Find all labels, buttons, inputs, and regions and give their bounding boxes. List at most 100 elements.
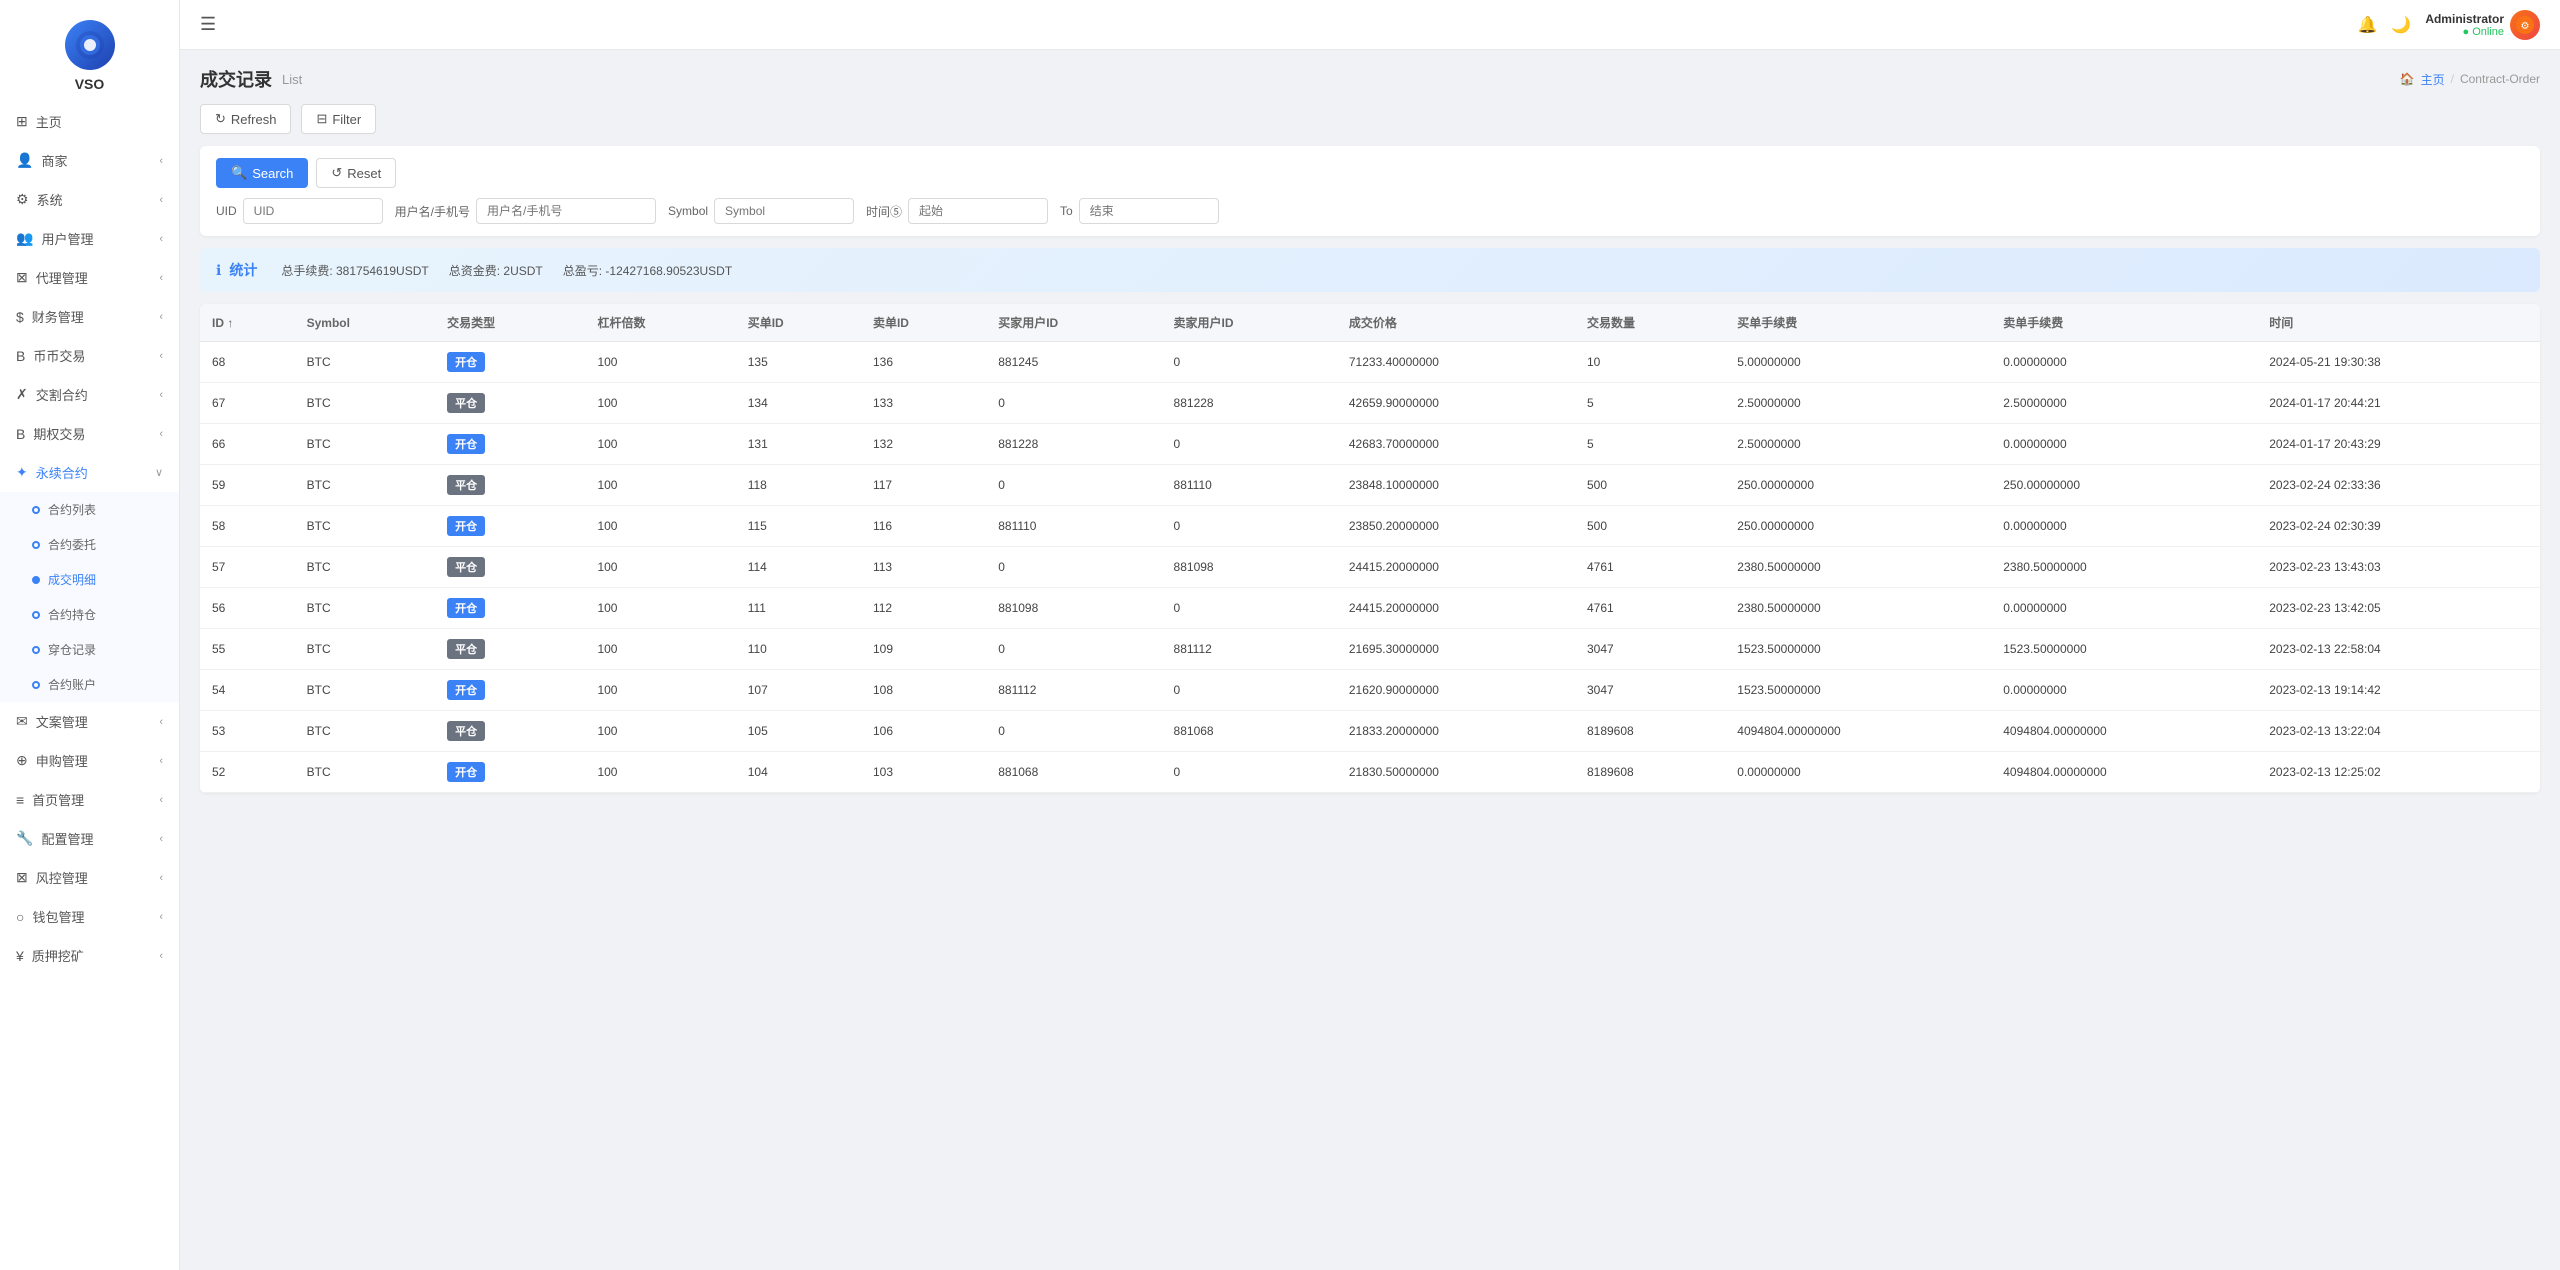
user-avatar[interactable]: ⚙: [2510, 10, 2540, 40]
sidebar-item-coin-trade-label: 币币交易: [33, 346, 85, 365]
symbol-input[interactable]: [714, 198, 854, 224]
breadcrumb-current: Contract-Order: [2460, 72, 2540, 86]
refresh-icon: ↻: [215, 111, 226, 127]
cell-id: 57: [200, 547, 295, 588]
col-quantity: 交易数量: [1575, 304, 1725, 342]
cell-quantity: 4761: [1575, 547, 1725, 588]
sidebar-item-trade-record[interactable]: 成交明细: [0, 562, 179, 597]
sidebar-item-wallet-mgmt[interactable]: ○ 钱包管理 ‹: [0, 897, 179, 936]
cell-symbol: BTC: [295, 424, 436, 465]
sidebar-item-purchase-mgmt[interactable]: ⊕ 申购管理 ‹: [0, 741, 179, 780]
sidebar-item-contract-entrust[interactable]: 合约委托: [0, 527, 179, 562]
time-from-input[interactable]: [908, 198, 1048, 224]
cell-quantity: 4761: [1575, 588, 1725, 629]
cell-id: 52: [200, 752, 295, 793]
sidebar-item-perpetual-record[interactable]: 穿仓记录: [0, 632, 179, 667]
cell-buyer-uid: 881098: [986, 588, 1161, 629]
cell-type: 平仓: [435, 711, 585, 752]
cell-sell-fee: 0.00000000: [1991, 424, 2257, 465]
sidebar-item-finance-mgmt[interactable]: $ 财务管理 ‹: [0, 297, 179, 336]
sidebar-item-contract-trade[interactable]: ✗ 交割合约 ‹: [0, 375, 179, 414]
cell-quantity: 500: [1575, 506, 1725, 547]
cell-seller-uid: 881098: [1162, 547, 1337, 588]
cell-sell-id: 112: [861, 588, 986, 629]
filter-button[interactable]: ⊟ Filter: [301, 104, 376, 134]
sidebar-item-user-mgmt[interactable]: 👥 用户管理 ‹: [0, 219, 179, 258]
sidebar-item-coin-trade[interactable]: B 币币交易 ‹: [0, 336, 179, 375]
cell-sell-id: 106: [861, 711, 986, 752]
type-badge: 开仓: [447, 762, 485, 782]
dot-trade-record: [32, 576, 40, 584]
uid-input[interactable]: [243, 198, 383, 224]
chevron-icon-mining: ‹: [159, 950, 163, 962]
sidebar-item-wallet-mgmt-label: 钱包管理: [32, 907, 84, 926]
sidebar-item-contract-account[interactable]: 合约账户: [0, 667, 179, 702]
sidebar-item-perpetual[interactable]: ✦ 永续合约 ∨: [0, 453, 179, 492]
cell-buy-id: 115: [736, 506, 861, 547]
sidebar-item-agent-mgmt[interactable]: ⊠ 代理管理 ‹: [0, 258, 179, 297]
stats-bar: ℹ 统计 总手续费: 381754619USDT 总资金费: 2USDT 总盈亏…: [200, 248, 2540, 292]
notification-icon[interactable]: 🔔: [2357, 15, 2377, 35]
sidebar-item-contract-list[interactable]: 合约列表: [0, 492, 179, 527]
sidebar-item-config-mgmt[interactable]: 🔧 配置管理 ‹: [0, 819, 179, 858]
page-header: 成交记录 List 🏠 主页 / Contract-Order: [200, 66, 2540, 92]
cell-quantity: 5: [1575, 383, 1725, 424]
cell-buy-fee: 250.00000000: [1725, 506, 1991, 547]
time-to-label: To: [1060, 204, 1073, 218]
cell-seller-uid: 881110: [1162, 465, 1337, 506]
sidebar-item-homepage-mgmt[interactable]: ≡ 首页管理 ‹: [0, 780, 179, 819]
cell-type: 平仓: [435, 465, 585, 506]
sidebar-item-system[interactable]: ⚙ 系统 ‹: [0, 180, 179, 219]
topbar-right: 🔔 🌙 Administrator ● Online ⚙: [2357, 10, 2540, 40]
cell-leverage: 100: [585, 465, 735, 506]
hamburger-button[interactable]: ☰: [200, 14, 216, 35]
sidebar-item-futures-trade[interactable]: B 期权交易 ‹: [0, 414, 179, 453]
stats-items: 总手续费: 381754619USDT 总资金费: 2USDT 总盈亏: -12…: [281, 262, 732, 279]
cell-symbol: BTC: [295, 588, 436, 629]
cell-sell-fee: 0.00000000: [1991, 342, 2257, 383]
cell-time: 2023-02-13 22:58:04: [2257, 629, 2540, 670]
sidebar-item-merchant[interactable]: 👤 商家 ‹: [0, 141, 179, 180]
cell-buyer-uid: 881228: [986, 424, 1161, 465]
sidebar-item-futures-trade-label: 期权交易: [33, 424, 85, 443]
cell-quantity: 10: [1575, 342, 1725, 383]
sidebar-menu: ⊞ 主页 👤 商家 ‹ ⚙ 系统 ‹ 👥 用户管理 ‹: [0, 102, 179, 1270]
breadcrumb-home-link[interactable]: 主页: [2421, 71, 2445, 88]
type-badge: 开仓: [447, 352, 485, 372]
search-button[interactable]: 🔍 Search: [216, 158, 308, 188]
cell-buy-id: 104: [736, 752, 861, 793]
cell-type: 开仓: [435, 670, 585, 711]
dot-contract-hold: [32, 611, 40, 619]
cell-buy-fee: 250.00000000: [1725, 465, 1991, 506]
moon-icon[interactable]: 🌙: [2391, 15, 2411, 35]
sidebar-item-document-mgmt[interactable]: ✉ 文案管理 ‹: [0, 702, 179, 741]
cell-type: 平仓: [435, 629, 585, 670]
user-input[interactable]: [476, 198, 656, 224]
reset-icon: ↺: [331, 165, 342, 181]
chevron-icon-purchase: ‹: [159, 755, 163, 767]
cell-price: 24415.20000000: [1337, 547, 1575, 588]
dot-perpetual-record: [32, 646, 40, 654]
cell-sell-id: 116: [861, 506, 986, 547]
chevron-icon-wallet: ‹: [159, 911, 163, 923]
user-field-group: 用户名/手机号: [395, 198, 656, 224]
cell-type: 开仓: [435, 342, 585, 383]
sidebar-item-home[interactable]: ⊞ 主页: [0, 102, 179, 141]
stats-item-1: 总资金费: 2USDT: [449, 262, 543, 279]
cell-sell-fee: 0.00000000: [1991, 588, 2257, 629]
sidebar-item-risk-mgmt[interactable]: ⊠ 风控管理 ‹: [0, 858, 179, 897]
table-row: 52 BTC 开仓 100 104 103 881068 0 21830.500…: [200, 752, 2540, 793]
cell-seller-uid: 881112: [1162, 629, 1337, 670]
refresh-button[interactable]: ↻ Refresh: [200, 104, 291, 134]
cell-buy-id: 111: [736, 588, 861, 629]
sidebar-item-contract-hold[interactable]: 合约持仓: [0, 597, 179, 632]
reset-button[interactable]: ↺ Reset: [316, 158, 396, 188]
user-mgmt-icon: 👥: [16, 230, 33, 247]
chevron-icon-doc: ‹: [159, 716, 163, 728]
time-to-input[interactable]: [1079, 198, 1219, 224]
sidebar-item-mining[interactable]: ¥ 质押挖矿 ‹: [0, 936, 179, 975]
cell-buyer-uid: 881110: [986, 506, 1161, 547]
table-row: 53 BTC 平仓 100 105 106 0 881068 21833.200…: [200, 711, 2540, 752]
cell-sell-id: 136: [861, 342, 986, 383]
cell-time: 2023-02-23 13:43:03: [2257, 547, 2540, 588]
